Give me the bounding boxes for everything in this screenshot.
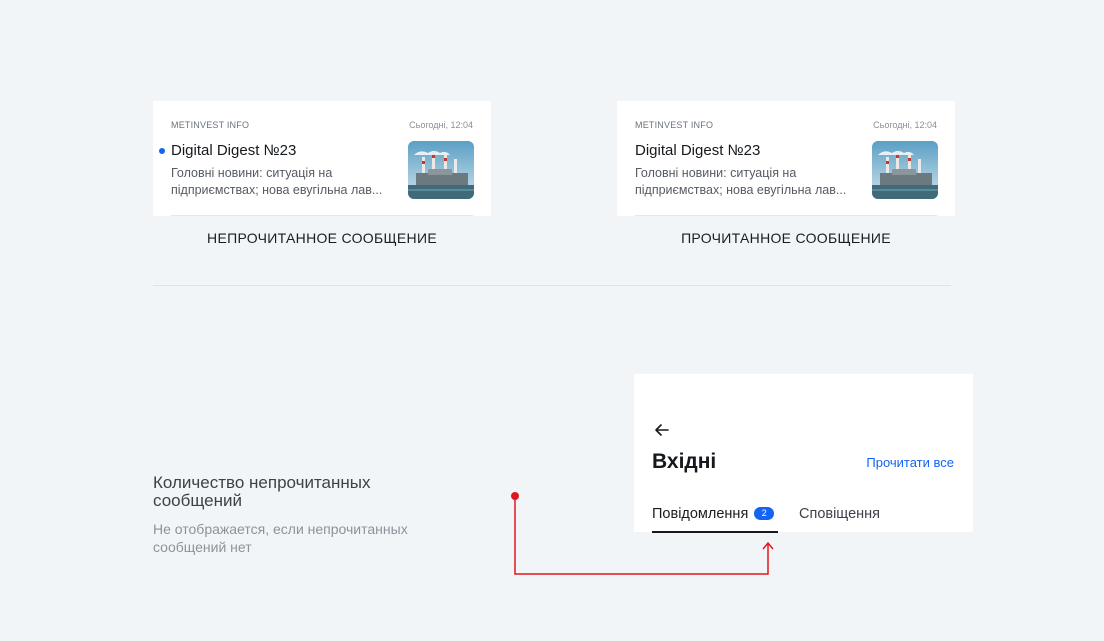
tab-messages[interactable]: Повідомлення 2 bbox=[652, 506, 775, 522]
industrial-plant-thumbnail bbox=[872, 141, 938, 199]
preview-line: підприємствах; нова евугільна лав... bbox=[171, 183, 381, 197]
preview-line: Головні новини: ситуація на bbox=[635, 166, 797, 180]
unread-message-card[interactable]: METINVEST INFO Сьогодні, 12:04 Digital D… bbox=[153, 101, 491, 216]
message-preview: Головні новини: ситуація на підприємства… bbox=[171, 165, 381, 199]
connector-arrowhead-icon bbox=[762, 541, 774, 550]
message-title: Digital Digest №23 bbox=[635, 142, 761, 159]
preview-line: підприємствах; нова евугільна лав... bbox=[635, 183, 845, 197]
section-divider bbox=[153, 285, 951, 286]
unread-count-badge: 2 bbox=[754, 507, 775, 520]
unread-caption: НЕПРОЧИТАННОЕ СООБЩЕНИЕ bbox=[207, 230, 437, 246]
read-caption: ПРОЧИТАННОЕ СООБЩЕНИЕ bbox=[681, 230, 891, 246]
unread-dot-icon bbox=[159, 148, 165, 154]
tab-label: Повідомлення bbox=[652, 506, 749, 522]
message-title: Digital Digest №23 bbox=[171, 142, 297, 159]
sender-label: METINVEST INFO bbox=[171, 120, 250, 130]
card-divider bbox=[171, 215, 473, 216]
note-title: Количество непрочитанных сообщений bbox=[153, 473, 371, 510]
sender-label: METINVEST INFO bbox=[635, 120, 714, 130]
preview-line: Головні новини: ситуація на bbox=[171, 166, 333, 180]
read-message-card[interactable]: METINVEST INFO Сьогодні, 12:04 Digital D… bbox=[617, 101, 955, 216]
tab-notifications[interactable]: Сповіщення bbox=[799, 506, 880, 522]
industrial-plant-thumbnail bbox=[408, 141, 474, 199]
tab-label: Сповіщення bbox=[799, 506, 881, 522]
note-subtitle: Не отображается, если непрочитанных сооб… bbox=[153, 521, 408, 555]
active-tab-indicator bbox=[652, 531, 778, 533]
connector-dot bbox=[511, 492, 519, 500]
card-divider bbox=[635, 215, 937, 216]
timestamp: Сьогодні, 12:04 bbox=[873, 120, 937, 130]
message-preview: Головні новини: ситуація на підприємства… bbox=[635, 165, 845, 199]
page-title: Вхідні bbox=[652, 450, 717, 473]
read-all-link[interactable]: Прочитати все bbox=[866, 455, 954, 470]
timestamp: Сьогодні, 12:04 bbox=[409, 120, 473, 130]
inbox-panel: Вхідні Прочитати все Повідомлення 2 Спові… bbox=[634, 374, 973, 533]
arrow-left-icon[interactable] bbox=[652, 420, 672, 440]
